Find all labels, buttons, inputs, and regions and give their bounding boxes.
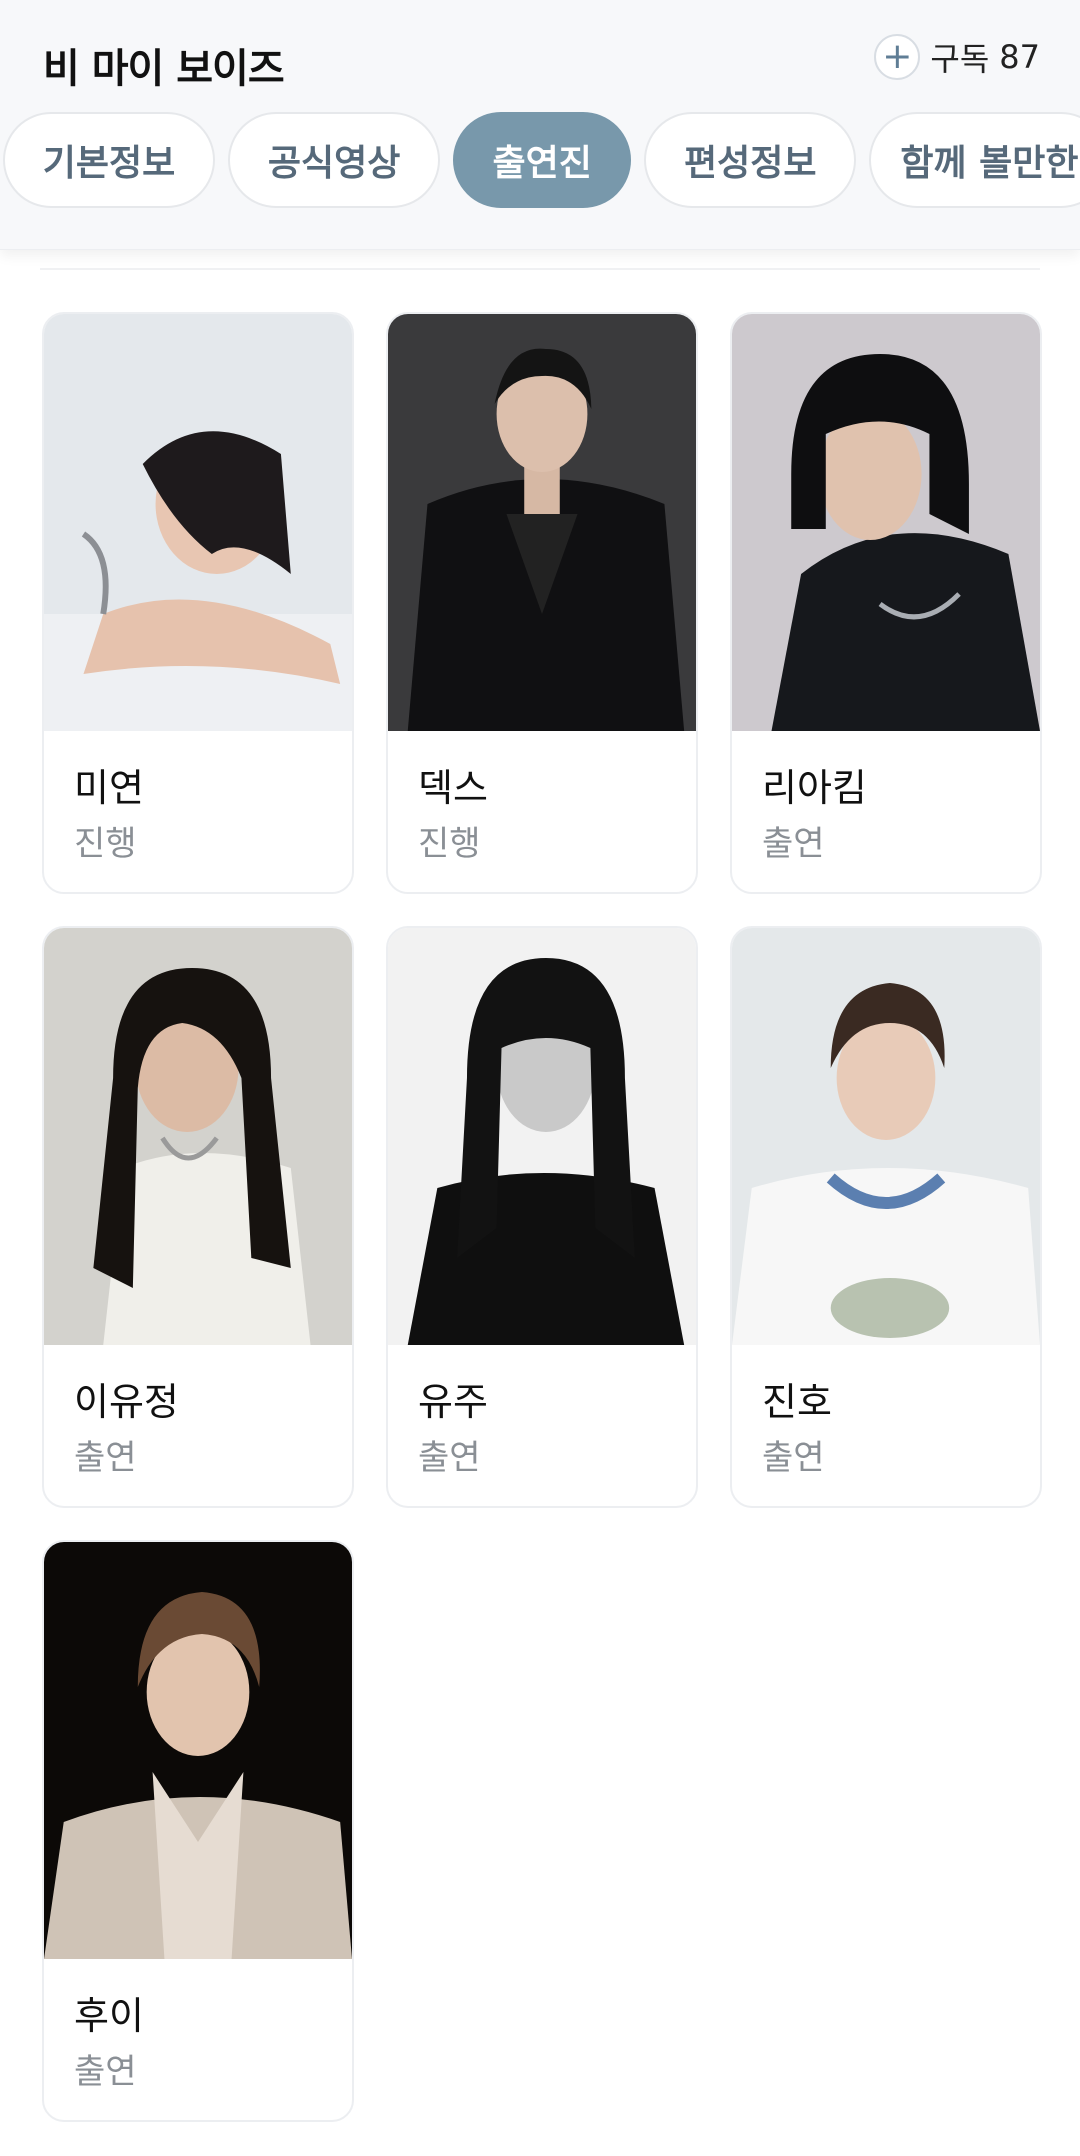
cast-photo [388,928,696,1345]
cast-card[interactable]: 이유정 출연 [42,926,354,1508]
cast-role: 출연 [762,824,825,864]
subscribe-count: 87 [999,38,1040,76]
header: 비 마이 보이즈 + 구독 87 기본정보 공식영상 출연진 편성정보 함께 볼… [0,0,1080,250]
cast-card[interactable]: 진호 출연 [730,926,1042,1508]
tab-cast[interactable]: 출연진 [453,112,632,208]
cast-name: 이유정 [74,1380,179,1424]
tab-basic-info[interactable]: 기본정보 [3,112,215,208]
cast-name: 리아킴 [762,766,867,810]
cast-card[interactable]: 후이 출연 [42,1540,354,2122]
tab-schedule[interactable]: 편성정보 [644,112,857,208]
cast-photo [44,1542,352,1959]
cast-card[interactable]: 덱스 진행 [386,312,698,894]
tab-bar: 기본정보 공식영상 출연진 편성정보 함께 볼만한 [3,112,1080,210]
cast-name: 유주 [418,1380,488,1424]
cast-photo [732,928,1040,1345]
subscribe-label: 구독 [930,40,990,78]
tab-official-video[interactable]: 공식영상 [228,112,441,208]
cast-photo [732,314,1040,731]
cast-role: 진행 [74,824,137,864]
cast-card[interactable]: 유주 출연 [386,926,698,1508]
cast-name: 진호 [762,1380,832,1424]
tab-recommended[interactable]: 함께 볼만한 [869,112,1080,208]
page-title: 비 마이 보이즈 [43,46,285,92]
cast-role: 출연 [74,2052,137,2092]
divider [40,268,1040,270]
cast-role: 출연 [762,1438,825,1478]
cast-photo [44,928,352,1345]
cast-role: 진행 [418,824,481,864]
cast-card[interactable]: 미연 진행 [42,312,354,894]
plus-icon: + [874,34,921,80]
cast-card[interactable]: 리아킴 출연 [730,312,1042,894]
cast-photo [44,314,352,731]
cast-name: 미연 [74,766,144,810]
cast-name: 후이 [74,1994,144,2038]
title-row: 비 마이 보이즈 + 구독 87 [43,30,1040,92]
subscribe-button[interactable]: + 구독 87 [874,32,1040,82]
cast-role: 출연 [418,1438,481,1478]
cast-name: 덱스 [418,766,488,810]
cast-role: 출연 [74,1438,137,1478]
cast-photo [388,314,696,731]
